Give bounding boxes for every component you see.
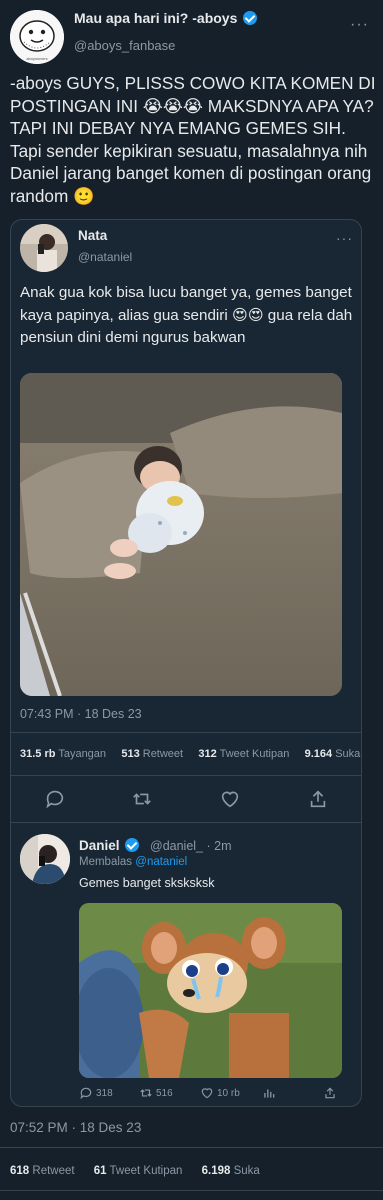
divider — [0, 1147, 383, 1148]
quoted-author-handle[interactable]: @nataniel — [78, 250, 132, 264]
replying-to: Membalas @nataniel — [79, 856, 188, 868]
stat-quotes[interactable]: 61 Tweet Kutipan — [94, 1165, 183, 1177]
stat-likes[interactable]: 9.164 Suka — [305, 748, 361, 760]
reply-icon[interactable] — [44, 788, 66, 815]
reply-author-name[interactable]: Daniel — [79, 838, 140, 853]
quoted-author-name[interactable]: Nata — [78, 228, 107, 243]
quoted-timestamp[interactable]: 07:43 PM · 18 Des 23 — [20, 707, 142, 721]
divider — [10, 822, 362, 823]
author-handle[interactable]: @aboys_fanbase — [74, 38, 175, 53]
more-options-button[interactable]: ··· — [350, 16, 369, 34]
stat-quotes[interactable]: 312 Tweet Kutipan — [198, 748, 289, 760]
verified-badge-icon — [243, 11, 258, 25]
retweet-icon — [140, 1089, 152, 1097]
stat-retweets[interactable]: 513 Retweet — [121, 748, 183, 760]
stat-views[interactable]: 31.5 rb Tayangan — [20, 748, 106, 760]
quoted-tweet-text: Anak gua kok bisa lucu banget ya, gemes … — [20, 284, 353, 346]
tweet-stats: 618 Retweet 61 Tweet Kutipan 6.198 Suka — [10, 1165, 260, 1177]
tweet-text: -aboys GUYS, PLISSS COWO KITA KOMEN DI P… — [10, 73, 376, 206]
reply-views-button[interactable] — [262, 1086, 276, 1100]
quoted-stats: 31.5 rb Tayangan 513 Retweet 312 Tweet K… — [20, 748, 360, 760]
divider — [10, 732, 362, 733]
jerry-crying-image[interactable] — [79, 903, 342, 1078]
like-icon[interactable] — [219, 788, 241, 815]
reply-icon — [80, 1087, 92, 1100]
replying-to-link[interactable]: @nataniel — [135, 856, 187, 868]
verified-badge-icon — [125, 838, 140, 852]
views-icon — [264, 1089, 275, 1098]
avatar-caption: aboyslovers — [26, 56, 48, 61]
quoted-more-button[interactable]: ··· — [336, 230, 353, 246]
daniel-avatar[interactable] — [20, 834, 70, 884]
baby-photo[interactable] — [20, 373, 342, 696]
divider — [0, 1190, 383, 1191]
share-icon[interactable] — [307, 788, 329, 815]
reply-text: Gemes banget sksksksk — [79, 876, 215, 890]
stat-likes[interactable]: 6.198 Suka — [202, 1165, 260, 1177]
reply-reply-button[interactable]: 318 — [79, 1086, 113, 1100]
author-name[interactable]: Mau apa hari ini? -aboys — [74, 10, 258, 26]
reply-retweet-button[interactable]: 516 — [139, 1086, 173, 1100]
share-icon — [325, 1087, 335, 1099]
retweet-icon[interactable] — [131, 788, 153, 815]
reply-like-button[interactable]: 10 rb — [200, 1086, 240, 1100]
divider — [10, 775, 362, 776]
stat-retweets[interactable]: 618 Retweet — [10, 1165, 75, 1177]
nata-avatar[interactable] — [20, 224, 68, 272]
reply-share-button[interactable] — [323, 1086, 337, 1100]
tweet-timestamp[interactable]: 07:52 PM · 18 Des 23 — [10, 1120, 141, 1135]
reply-author-handle[interactable]: @daniel_ · 2m — [150, 839, 231, 853]
like-icon — [201, 1088, 213, 1099]
